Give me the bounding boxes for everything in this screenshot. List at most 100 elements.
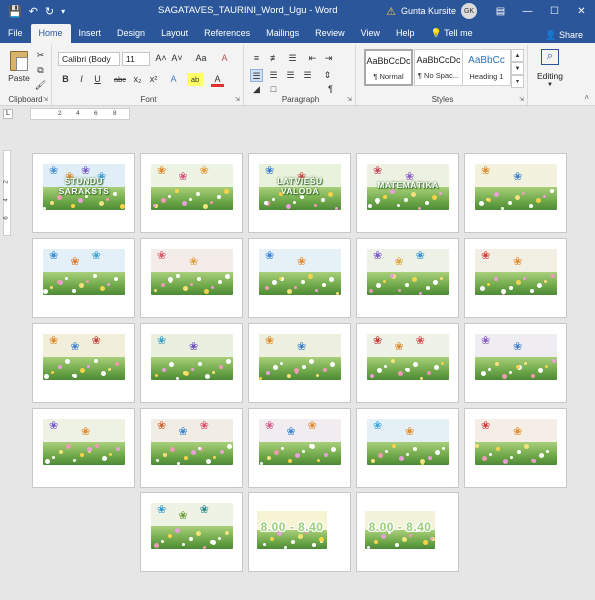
font-color-button[interactable]: A: [211, 73, 224, 87]
paste-button[interactable]: Paste: [6, 47, 32, 87]
strikethrough-button[interactable]: abc: [112, 73, 128, 86]
align-right-icon[interactable]: ☰: [284, 69, 297, 82]
avatar[interactable]: GK: [461, 3, 477, 19]
decrease-indent-icon[interactable]: ⇤: [306, 52, 319, 65]
butterfly-icon: ❀: [265, 420, 275, 432]
tab-review[interactable]: Review: [307, 24, 353, 43]
font-size-select[interactable]: 11: [122, 52, 150, 66]
align-left-icon[interactable]: ☰: [250, 69, 263, 82]
styles-scroll-down-icon[interactable]: ▼: [511, 62, 524, 75]
document-page[interactable]: 8.00 - 8.40 ·: [248, 492, 351, 572]
underline-button[interactable]: U: [91, 73, 104, 86]
document-page[interactable]: ❀ ❀ ❀ ·: [32, 323, 135, 403]
numbering-icon[interactable]: ≢: [268, 52, 281, 65]
increase-indent-icon[interactable]: ⇥: [322, 52, 335, 65]
document-page[interactable]: ❀ ❀ ·: [464, 323, 567, 403]
bullets-icon[interactable]: ≡: [250, 52, 263, 65]
flower: [182, 543, 185, 546]
document-page[interactable]: ❀ ❀ ·: [140, 238, 243, 318]
ribbon-display-options-icon[interactable]: ▤: [487, 0, 514, 22]
font-launcher-icon[interactable]: ⇲: [235, 96, 240, 103]
tab-file[interactable]: File: [0, 24, 31, 43]
document-page[interactable]: ❀ ❀ ·: [248, 323, 351, 403]
page-marker: ·: [238, 396, 239, 400]
tab-insert[interactable]: Insert: [71, 24, 110, 43]
document-page[interactable]: ❀ ❀ ❀ ·: [356, 238, 459, 318]
multilevel-list-icon[interactable]: ☰: [286, 52, 299, 65]
highlight-button[interactable]: ab: [187, 73, 203, 86]
page-marker: ·: [346, 565, 347, 569]
superscript-button[interactable]: x²: [147, 73, 160, 86]
tab-help[interactable]: Help: [388, 24, 423, 43]
tell-me-box[interactable]: 💡 Tell me: [431, 24, 473, 43]
horizontal-ruler[interactable]: 2 4 6 8: [30, 108, 130, 120]
style-heading-1[interactable]: AaBbCc Heading 1: [462, 49, 511, 86]
user-name[interactable]: Gunta Kursite: [401, 6, 456, 16]
text-effects-button[interactable]: A: [167, 73, 180, 86]
document-page[interactable]: ❀ ❀ ❀ ·: [140, 153, 243, 233]
undo-icon[interactable]: ↶: [29, 5, 38, 18]
flowers: [475, 437, 557, 465]
tab-view[interactable]: View: [353, 24, 388, 43]
format-painter-icon[interactable]: 🖌: [34, 79, 47, 92]
styles-scroll-up-icon[interactable]: ▲: [511, 49, 524, 62]
font-name-select[interactable]: Calibri (Body: [58, 52, 120, 66]
paragraph-launcher-icon[interactable]: ⇲: [347, 96, 352, 103]
document-page[interactable]: ❀ ❀ ·: [464, 153, 567, 233]
tab-home[interactable]: Home: [30, 24, 71, 43]
document-page[interactable]: ❀ ❀ ·: [464, 238, 567, 318]
share-button[interactable]: 👤 Share: [545, 30, 583, 41]
document-page[interactable]: ❀ ❀ ❀ ·: [248, 408, 351, 488]
line-spacing-icon[interactable]: ⇕: [321, 69, 334, 82]
styles-more-icon[interactable]: ▾: [511, 75, 524, 88]
document-page[interactable]: ❀ ❀ ·: [356, 408, 459, 488]
find-icon[interactable]: ⌕: [541, 49, 559, 65]
clear-formatting-button[interactable]: A: [218, 52, 231, 65]
document-page[interactable]: ❀ ❀ ❀ ·: [356, 323, 459, 403]
tab-references[interactable]: References: [196, 24, 258, 43]
close-button[interactable]: ✕: [568, 0, 595, 22]
tab-layout[interactable]: Layout: [153, 24, 196, 43]
tab-selector[interactable]: L: [3, 109, 13, 119]
align-center-icon[interactable]: ☰: [267, 69, 280, 82]
cut-icon[interactable]: ✂: [34, 49, 47, 62]
styles-launcher-icon[interactable]: ⇲: [519, 96, 524, 103]
collapse-ribbon-icon[interactable]: ˄: [584, 93, 589, 102]
style-normal[interactable]: AaBbCcDc ¶ Normal: [364, 49, 413, 86]
bold-button[interactable]: B: [59, 73, 72, 86]
document-page[interactable]: ❀ ❀ LATVIEŠU VALODA ·: [248, 153, 351, 233]
subscript-button[interactable]: x₂: [131, 73, 144, 86]
document-page[interactable]: ❀ ❀ MATEMĀTIKA ·: [356, 153, 459, 233]
document-page[interactable]: ❀ ❀ ·: [140, 323, 243, 403]
justify-icon[interactable]: ☰: [301, 69, 314, 82]
minimize-button[interactable]: —: [514, 0, 541, 22]
flower: [298, 534, 303, 539]
tab-mailings[interactable]: Mailings: [258, 24, 307, 43]
style-no-spacing[interactable]: AaBbCcDc ¶ No Spac...: [414, 49, 463, 86]
editing-group[interactable]: ⌕ Editing ▼: [530, 45, 570, 105]
document-page[interactable]: ❀ ❀ ·: [32, 408, 135, 488]
maximize-button[interactable]: ☐: [541, 0, 568, 22]
document-page[interactable]: ❀ ❀ ·: [464, 408, 567, 488]
document-page[interactable]: ❀ ❀ ❀ ·: [32, 238, 135, 318]
clipboard-launcher-icon[interactable]: ⇲: [43, 96, 48, 103]
butterfly-icon: ❀: [373, 165, 383, 177]
shrink-font-button[interactable]: A˅: [170, 52, 184, 65]
document-page[interactable]: ❀ ❀ ❀ ·: [140, 408, 243, 488]
document-page[interactable]: ❀ ❀ ·: [248, 238, 351, 318]
document-area[interactable]: ❀ ❀ ❀ ❀ STUNDU SARAKSTS · ❀ ❀ ❀ · ❀ ❀ LATVIEŠU VALOD…: [0, 122, 595, 600]
italic-button[interactable]: I: [75, 73, 88, 86]
flower: [487, 283, 490, 286]
warning-icon[interactable]: ⚠: [386, 5, 396, 18]
tab-design[interactable]: Design: [109, 24, 153, 43]
redo-icon[interactable]: ↻: [45, 5, 54, 18]
grow-font-button[interactable]: A˄: [154, 52, 168, 65]
flower: [162, 368, 166, 372]
document-page[interactable]: 8.00 - 8.40 ·: [356, 492, 459, 572]
save-icon[interactable]: 💾: [8, 5, 22, 18]
document-page[interactable]: ❀ ❀ ❀ ❀ STUNDU SARAKSTS ·: [32, 153, 135, 233]
change-case-button[interactable]: Aa: [192, 52, 210, 65]
customize-icon[interactable]: ▾: [61, 7, 65, 16]
copy-icon[interactable]: ⧉: [34, 64, 47, 77]
document-page[interactable]: ❀ ❀ ❀ ·: [140, 492, 243, 572]
